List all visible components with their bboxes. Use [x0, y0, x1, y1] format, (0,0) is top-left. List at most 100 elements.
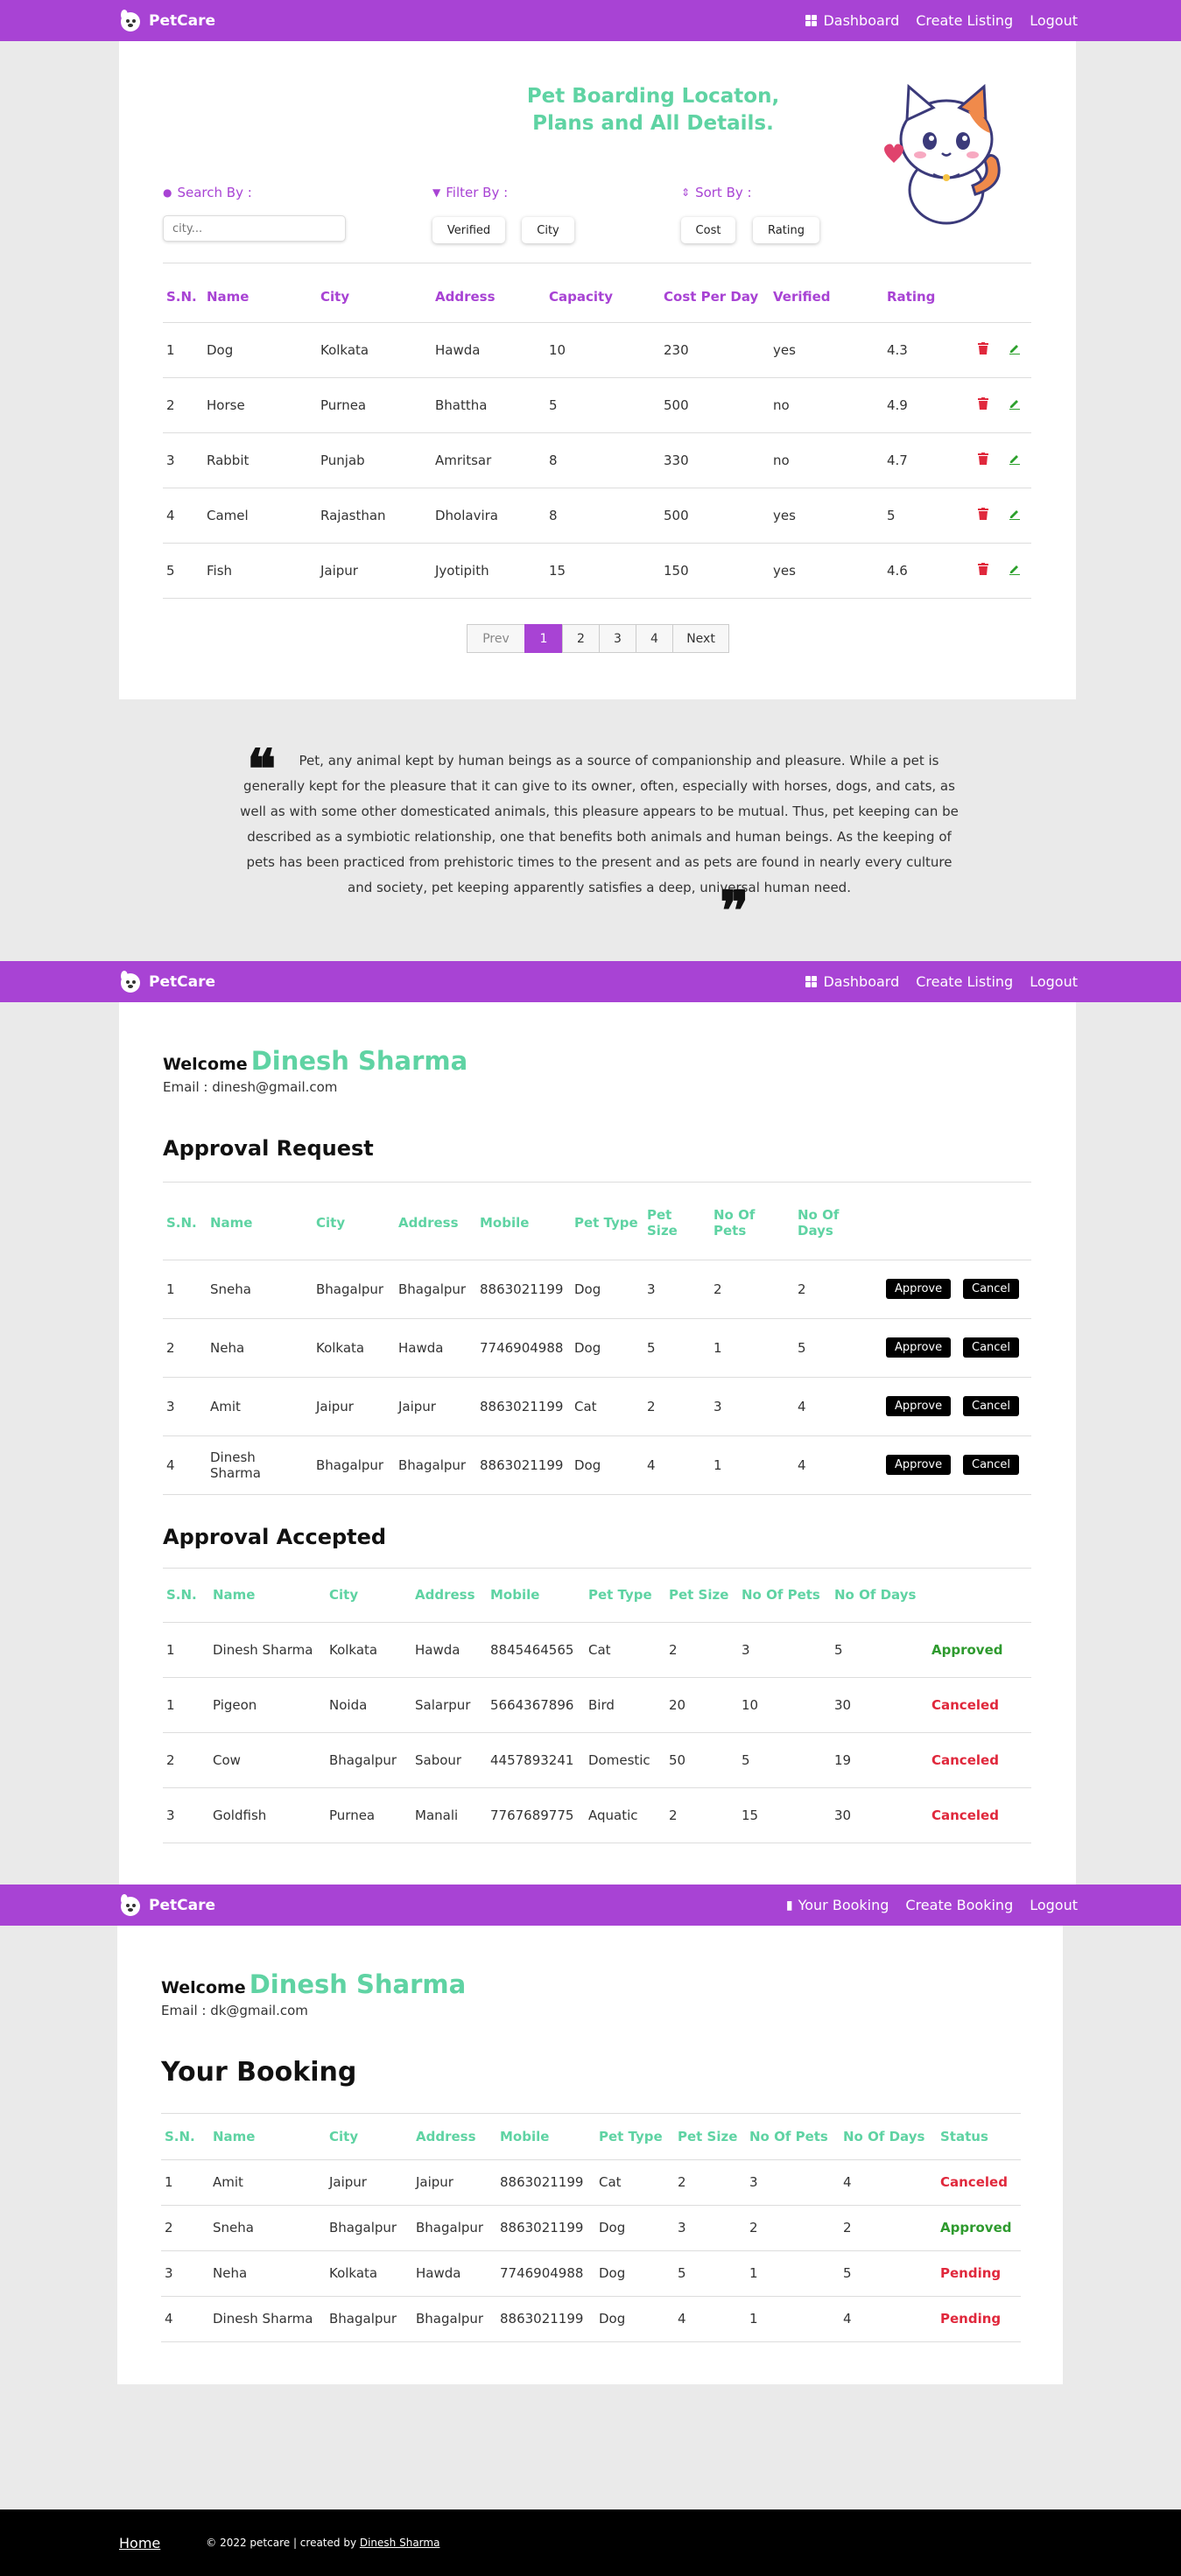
trash-icon[interactable]: [978, 397, 988, 413]
table-cell: 8863021199: [500, 2220, 584, 2236]
col-header: Pet Type: [571, 1186, 643, 1260]
table-row: 4 Dinesh Sharma Bhagalpur Bhagalpur 88630211…: [161, 2296, 1021, 2341]
table-cell: 4: [678, 2311, 686, 2327]
brand[interactable]: PetCare: [119, 9, 215, 33]
col-header: Mobile: [487, 1569, 585, 1623]
welcome-text: Welcome: [163, 1055, 248, 1074]
pagination-page-1[interactable]: 1: [524, 624, 563, 653]
pencil-icon[interactable]: [1009, 563, 1021, 579]
trash-icon[interactable]: [978, 562, 988, 579]
table-row: 3 Neha Kolkata Hawda 7746904988 Dog 5 1 5 Pending: [161, 2250, 1021, 2296]
pagination-page-3[interactable]: 3: [599, 624, 636, 653]
table-cell: 5: [887, 507, 896, 523]
sort-cost-button[interactable]: Cost: [681, 217, 735, 243]
col-header: Name: [209, 2114, 326, 2160]
pagination-next[interactable]: Next: [672, 624, 729, 653]
trash-icon[interactable]: [978, 507, 988, 523]
pagination-page-2[interactable]: 2: [562, 624, 600, 653]
cancel-cell: Cancel: [960, 1435, 1031, 1494]
nav-logout[interactable]: Logout: [1030, 12, 1078, 29]
col-header: S.N.: [163, 271, 203, 323]
pagination-page-4[interactable]: 4: [636, 624, 673, 653]
col-header: Status: [937, 2114, 1021, 2160]
table-cell: Noida: [329, 1696, 368, 1713]
brand-name: PetCare: [149, 1896, 215, 1914]
nav-dashboard[interactable]: Dashboard: [805, 12, 899, 29]
nav-your-booking[interactable]: ▮ Your Booking: [786, 1897, 889, 1913]
table-cell: Kolkata: [329, 2265, 378, 2281]
table-cell: Hawda: [398, 1339, 444, 1356]
trash-icon[interactable]: [978, 341, 988, 358]
pencil-icon[interactable]: [1009, 453, 1021, 468]
table-cell: 3: [678, 2220, 686, 2236]
nav-dashboard[interactable]: Dashboard: [805, 973, 899, 990]
table-cell: 15: [742, 1807, 759, 1823]
table-cell: 330: [664, 452, 689, 468]
table-row: 3 Rabbit Punjab Amritsar 8 330 no 4.7: [163, 432, 1031, 488]
cancel-button[interactable]: Cancel: [963, 1337, 1020, 1358]
filter-city-button[interactable]: City: [522, 217, 574, 243]
listing-table: S.N. Name City Address Capacity Cost Per…: [163, 271, 1031, 599]
sort-rating-button[interactable]: Rating: [753, 217, 819, 243]
cancel-cell: Cancel: [960, 1318, 1031, 1377]
footer-author-link[interactable]: Dinesh Sharma: [360, 2537, 440, 2549]
col-header: Name: [209, 1569, 326, 1623]
table-cell: 5: [647, 1339, 656, 1356]
search-input[interactable]: [163, 215, 346, 242]
your-booking-header: S.N. Name City Address Mobile Pet Type Pet Siz…: [161, 2114, 1021, 2160]
table-cell: yes: [773, 562, 796, 579]
col-header: Pet Size: [665, 1569, 738, 1623]
table-cell: 3: [749, 2174, 758, 2190]
brand[interactable]: PetCare: [119, 1893, 215, 1918]
table-cell: Dog: [599, 2311, 626, 2327]
table-cell: Purnea: [329, 1807, 376, 1823]
table-cell: 5: [166, 562, 175, 579]
nav-create-listing[interactable]: Create Listing: [916, 973, 1013, 990]
listing-card: Pet Boarding Locaton, Plans and All Deta…: [119, 41, 1076, 699]
col-header: S.N.: [163, 1569, 209, 1623]
pencil-icon[interactable]: [1009, 508, 1021, 523]
brand-name: PetCare: [149, 11, 215, 30]
filter-verified-button[interactable]: Verified: [432, 217, 505, 243]
pencil-icon[interactable]: [1009, 342, 1021, 358]
table-cell: Manali: [415, 1807, 459, 1823]
nav-logout[interactable]: Logout: [1030, 973, 1078, 990]
approve-button[interactable]: Approve: [886, 1455, 952, 1475]
approve-button[interactable]: Approve: [886, 1337, 952, 1358]
table-cell: 4.7: [887, 452, 908, 468]
trash-icon[interactable]: [978, 452, 988, 468]
table-cell: Dog: [574, 1281, 601, 1297]
pagination: Prev 1 2 3 4 Next: [467, 624, 729, 653]
cancel-button[interactable]: Cancel: [963, 1279, 1020, 1299]
pencil-icon[interactable]: [1009, 397, 1021, 413]
table-cell: Bhattha: [435, 397, 488, 413]
table-row: 4 Dinesh Sharma Bhagalpur Bhagalpur 88630211…: [163, 1435, 1031, 1494]
footer-home-link[interactable]: Home: [119, 2535, 160, 2551]
table-cell: Aquatic: [588, 1807, 638, 1823]
col-header: Name: [203, 271, 317, 323]
nav-create-booking[interactable]: Create Booking: [905, 1897, 1013, 1913]
table-cell: Cow: [213, 1751, 241, 1768]
nav-logout[interactable]: Logout: [1030, 1897, 1078, 1913]
table-cell: 1: [166, 341, 175, 358]
bookmark-icon: ▮: [785, 1898, 793, 1913]
col-header: Rating: [883, 271, 974, 323]
delete-cell: [974, 488, 1005, 543]
nav-create-listing[interactable]: Create Listing: [916, 12, 1013, 29]
table-cell: Dinesh Sharma: [213, 1641, 313, 1658]
table-cell: 2: [669, 1807, 678, 1823]
cancel-button[interactable]: Cancel: [963, 1396, 1020, 1416]
col-header: No Of Days: [794, 1186, 882, 1260]
copyright-text: © 2022 petcare | created by: [206, 2537, 360, 2549]
approve-button[interactable]: Approve: [886, 1279, 952, 1299]
nav-dashboard-label: Dashboard: [823, 12, 900, 29]
col-header: Mobile: [496, 2114, 595, 2160]
approve-button[interactable]: Approve: [886, 1396, 952, 1416]
table-cell: 1: [714, 1339, 722, 1356]
table-cell: Bhagalpur: [316, 1456, 384, 1473]
table-cell: 5: [834, 1641, 843, 1658]
cancel-button[interactable]: Cancel: [963, 1455, 1020, 1475]
pagination-prev[interactable]: Prev: [467, 624, 525, 653]
table-cell: Neha: [213, 2265, 248, 2281]
brand[interactable]: PetCare: [119, 970, 215, 994]
